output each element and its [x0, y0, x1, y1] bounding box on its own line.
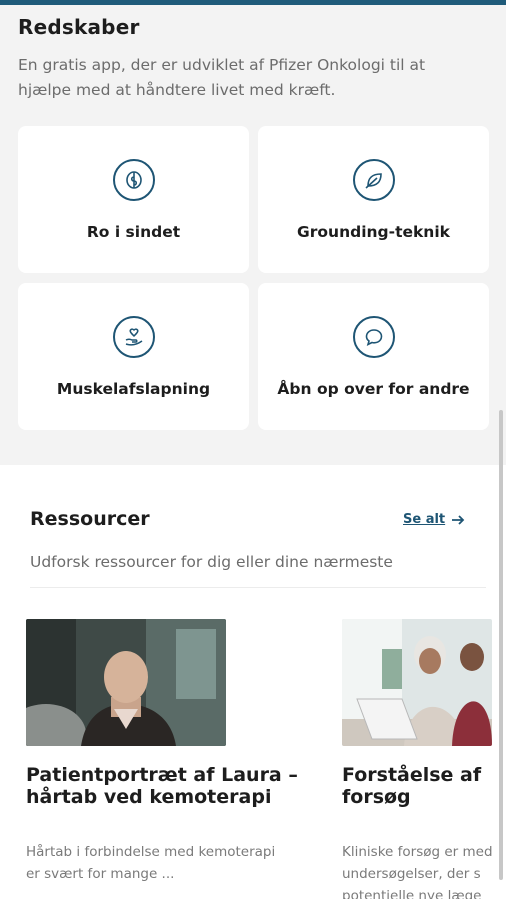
divider	[30, 587, 486, 588]
resource-image-couple	[342, 619, 492, 746]
chat-bubble-icon	[352, 315, 395, 358]
arrow-right-icon	[452, 514, 465, 525]
tool-card-label: Ro i sindet	[86, 222, 181, 241]
tools-title: Redskaber	[18, 15, 140, 39]
tool-card-muskelafslapning[interactable]: Muskelafslapning	[18, 283, 249, 430]
resource-card-forsog[interactable]: Forståelse af forsøg Kliniske forsøg er …	[342, 619, 492, 899]
hand-heart-icon	[112, 315, 155, 358]
resources-description: Udforsk ressourcer for dig eller dine næ…	[30, 553, 393, 571]
tool-card-grounding-teknik[interactable]: Grounding-teknik	[258, 126, 489, 273]
scrollbar[interactable]	[499, 410, 503, 880]
tools-section: Redskaber En gratis app, der er udviklet…	[0, 5, 506, 465]
tool-card-aabn-op[interactable]: Åbn op over for andre	[258, 283, 489, 430]
resource-image-portrait	[26, 619, 226, 746]
resource-text: Kliniske forsøg er med undersøgelser, de…	[342, 844, 492, 899]
resource-title: Patientportræt af Laura – hårtab ved kem…	[26, 764, 298, 808]
tool-card-label: Grounding-teknik	[297, 222, 450, 241]
tool-card-label: Muskelafslapning	[56, 379, 211, 398]
see-all-link[interactable]: Se alt	[403, 512, 465, 527]
tool-card-label: Åbn op over for andre	[277, 379, 470, 398]
leaf-icon	[352, 158, 395, 201]
resources-section: Ressourcer Se alt Udforsk ressourcer for…	[0, 465, 506, 900]
mind-icon	[112, 158, 155, 201]
resource-title: Forståelse af forsøg	[342, 764, 482, 808]
resource-text: Hårtab i forbindelse med kemoterapi er s…	[26, 844, 276, 882]
tools-description: En gratis app, der er udviklet af Pfizer…	[18, 56, 426, 99]
tool-card-ro-i-sindet[interactable]: Ro i sindet	[18, 126, 249, 273]
resource-card-laura[interactable]: Patientportræt af Laura – hårtab ved kem…	[26, 619, 326, 899]
resources-title: Ressourcer	[30, 508, 150, 530]
see-all-label: Se alt	[403, 512, 446, 527]
